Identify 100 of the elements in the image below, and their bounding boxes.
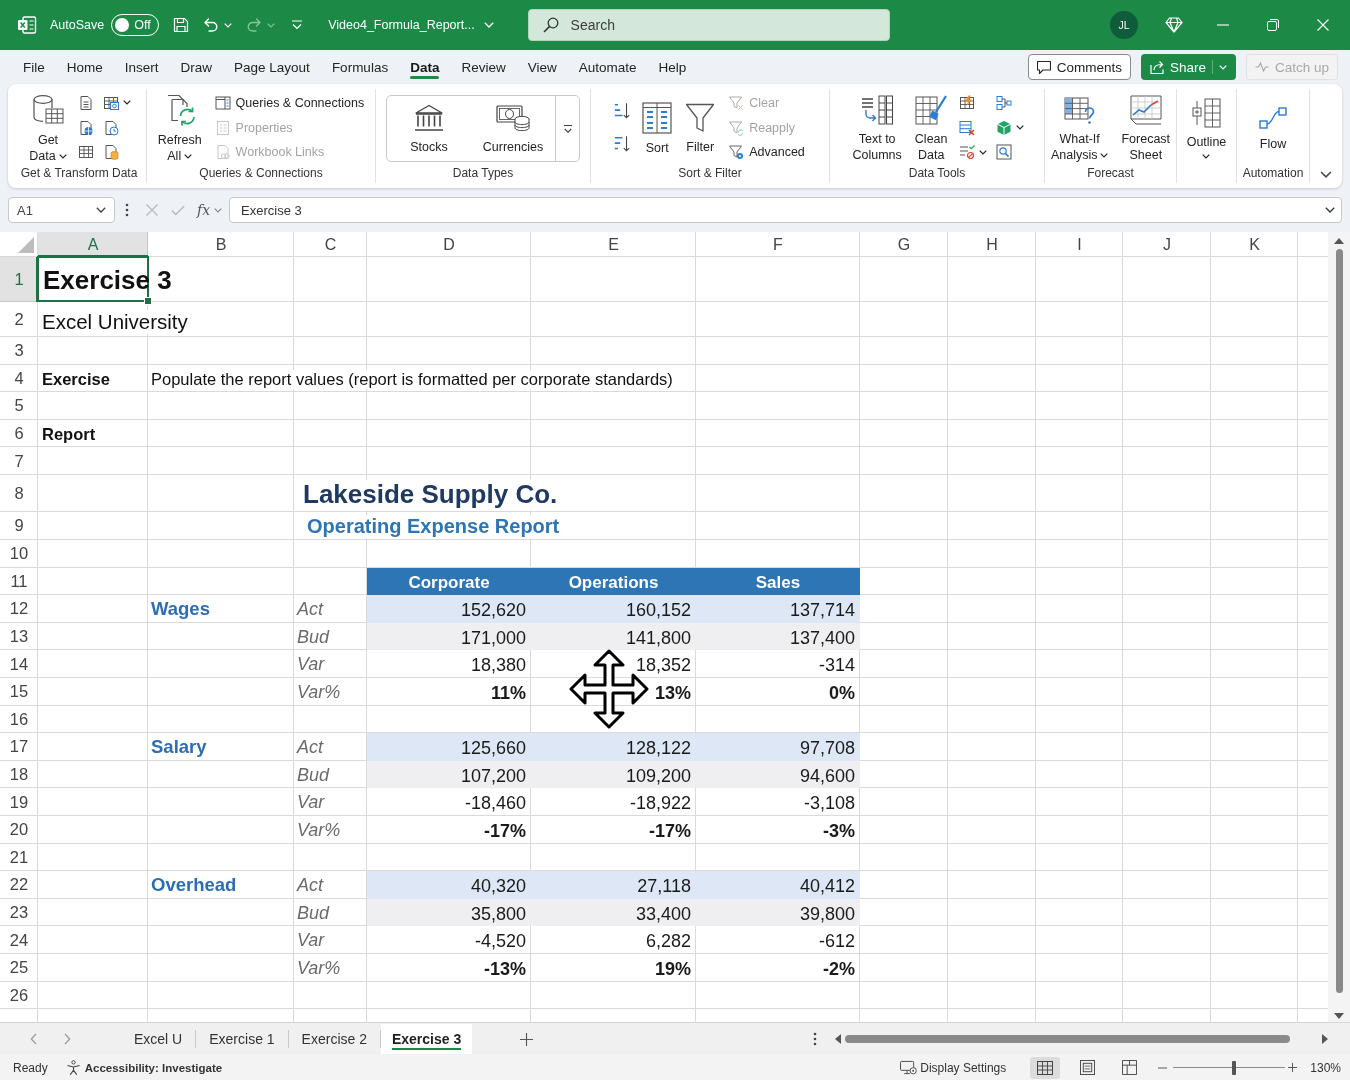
table-icon[interactable] <box>77 144 94 161</box>
ribbon-button[interactable]: Sort <box>640 89 675 166</box>
column-header[interactable]: G <box>860 232 948 257</box>
ribbon-button[interactable]: Refresh All <box>155 89 204 166</box>
fill-handle[interactable] <box>144 297 152 305</box>
row-header[interactable]: 15 <box>0 677 38 706</box>
caret-icon[interactable] <box>978 149 987 155</box>
comments-button[interactable]: Comments <box>1027 54 1131 80</box>
row-header[interactable]: 8 <box>0 474 38 512</box>
close-icon[interactable] <box>1317 19 1329 31</box>
row-header[interactable]: 9 <box>0 511 38 540</box>
row-header[interactable]: 17 <box>0 733 38 761</box>
row-header[interactable]: 21 <box>0 843 38 872</box>
ribbon-button[interactable]: Text to Columns <box>850 89 904 166</box>
row-header[interactable]: 12 <box>0 595 38 623</box>
plus-icon[interactable] <box>1288 1063 1298 1072</box>
row-header[interactable]: 14 <box>0 650 38 678</box>
row-header[interactable]: 16 <box>0 705 38 734</box>
row-header[interactable]: 19 <box>0 788 38 816</box>
column-header[interactable]: C <box>294 232 367 257</box>
menu-tab[interactable]: View <box>516 50 568 84</box>
overlapping-squares-icon[interactable] <box>1267 19 1279 31</box>
menu-tab[interactable]: Formulas <box>320 50 400 84</box>
vertical-dots-icon[interactable] <box>125 203 129 217</box>
row-header[interactable]: 3 <box>0 337 38 365</box>
menu-tab[interactable]: Page Layout <box>223 50 321 84</box>
chevron-down-icon[interactable] <box>1320 171 1332 178</box>
row-header[interactable]: 18 <box>0 760 38 789</box>
column-header[interactable]: H <box>948 232 1036 257</box>
gallery-option[interactable]: Currencies <box>471 96 555 161</box>
zoom-slider-thumb[interactable] <box>1231 1060 1236 1075</box>
row-header[interactable]: 24 <box>0 926 38 954</box>
row-header[interactable]: 2 <box>0 302 38 337</box>
ribbon-small-button[interactable]: Advanced <box>726 141 807 164</box>
ribbon-button[interactable]: Filter <box>683 89 718 166</box>
row-header[interactable]: 23 <box>0 898 38 927</box>
menu-tab[interactable]: Automate <box>567 50 648 84</box>
row-header[interactable]: 25 <box>0 953 38 982</box>
ribbon-button[interactable]: What-If Analysis <box>1048 89 1111 166</box>
column-header[interactable]: J <box>1123 232 1211 257</box>
row-header[interactable]: 6 <box>0 419 38 448</box>
accessibility-button[interactable]: Accessibility: Investigate <box>65 1060 223 1075</box>
bars-arrow-icon[interactable] <box>613 135 632 153</box>
row-header[interactable]: 20 <box>0 815 38 844</box>
row-header[interactable]: 1 <box>0 257 38 302</box>
linked-boxes-icon[interactable] <box>995 94 1012 111</box>
sheet-tab[interactable]: Exercise 3 <box>380 1024 473 1054</box>
curved-arrow-left-icon[interactable] <box>203 17 220 33</box>
ribbon-small-button[interactable]: Queries & Connections <box>212 91 367 114</box>
column-header[interactable]: I <box>1036 232 1123 257</box>
zoom-percent[interactable]: 130% <box>1310 1060 1341 1075</box>
table-cross-icon[interactable] <box>958 119 975 136</box>
row-header[interactable]: 22 <box>0 871 38 899</box>
name-box[interactable]: A1 <box>8 197 115 223</box>
menu-tab[interactable]: Draw <box>169 50 224 84</box>
row-header[interactable]: 5 <box>0 392 38 420</box>
triangle-up-icon[interactable] <box>1334 238 1344 244</box>
sheet-tab[interactable]: Exercise 1 <box>196 1024 288 1054</box>
bars-arrow-icon[interactable] <box>613 102 632 120</box>
chevron-down-icon[interactable] <box>1325 207 1335 213</box>
ribbon-button[interactable]: Forecast Sheet <box>1119 89 1173 166</box>
scrollbar-thumb[interactable] <box>845 1035 1290 1043</box>
vertical-dots-icon[interactable] <box>813 1032 817 1046</box>
row-header[interactable]: 10 <box>0 539 38 568</box>
lightning-table-icon[interactable] <box>958 94 975 111</box>
scrollbar-thumb[interactable] <box>1335 249 1343 993</box>
plus-icon[interactable] <box>520 1032 534 1046</box>
gallery-option[interactable]: Stocks <box>387 96 471 161</box>
column-header[interactable]: E <box>531 232 696 257</box>
menu-tab[interactable]: Data <box>399 50 451 84</box>
formula-input[interactable]: Exercise 3 <box>229 197 1342 223</box>
file-name-button[interactable]: Video4_Formula_Report... <box>328 18 494 32</box>
menu-tab[interactable]: File <box>12 50 56 84</box>
user-avatar[interactable]: JL <box>1110 11 1138 39</box>
menu-tab[interactable]: Home <box>55 50 114 84</box>
column-header[interactable]: K <box>1211 232 1298 257</box>
line-caret-icon[interactable] <box>562 123 573 134</box>
clock-document-icon[interactable] <box>102 119 119 136</box>
list-check-icon[interactable] <box>958 144 975 161</box>
column-header[interactable]: D <box>367 232 531 257</box>
triangle-down-icon[interactable] <box>1334 1013 1344 1019</box>
check-icon[interactable] <box>171 204 185 216</box>
menu-tab[interactable]: Review <box>450 50 517 84</box>
row-header[interactable]: 11 <box>0 567 38 596</box>
table-picture-icon[interactable] <box>102 94 119 111</box>
diamond-icon[interactable] <box>1165 17 1183 33</box>
triangle-right-icon[interactable] <box>1322 1034 1328 1044</box>
view-button[interactable] <box>1030 1056 1061 1079</box>
globe-document-icon[interactable] <box>77 119 94 136</box>
column-header[interactable]: F <box>696 232 860 257</box>
row-header[interactable]: 4 <box>0 364 38 393</box>
column-header[interactable]: A <box>38 232 148 257</box>
row-header[interactable]: 26 <box>0 981 38 1010</box>
triangle-left-icon[interactable] <box>835 1034 841 1044</box>
sheet-tab[interactable]: Excel U <box>121 1024 196 1054</box>
magnifier-table-icon[interactable] <box>995 144 1012 161</box>
row-header[interactable]: 13 <box>0 622 38 651</box>
caret-icon[interactable] <box>122 100 131 106</box>
database-document-icon[interactable] <box>102 144 119 161</box>
share-button[interactable]: Share <box>1140 54 1236 80</box>
